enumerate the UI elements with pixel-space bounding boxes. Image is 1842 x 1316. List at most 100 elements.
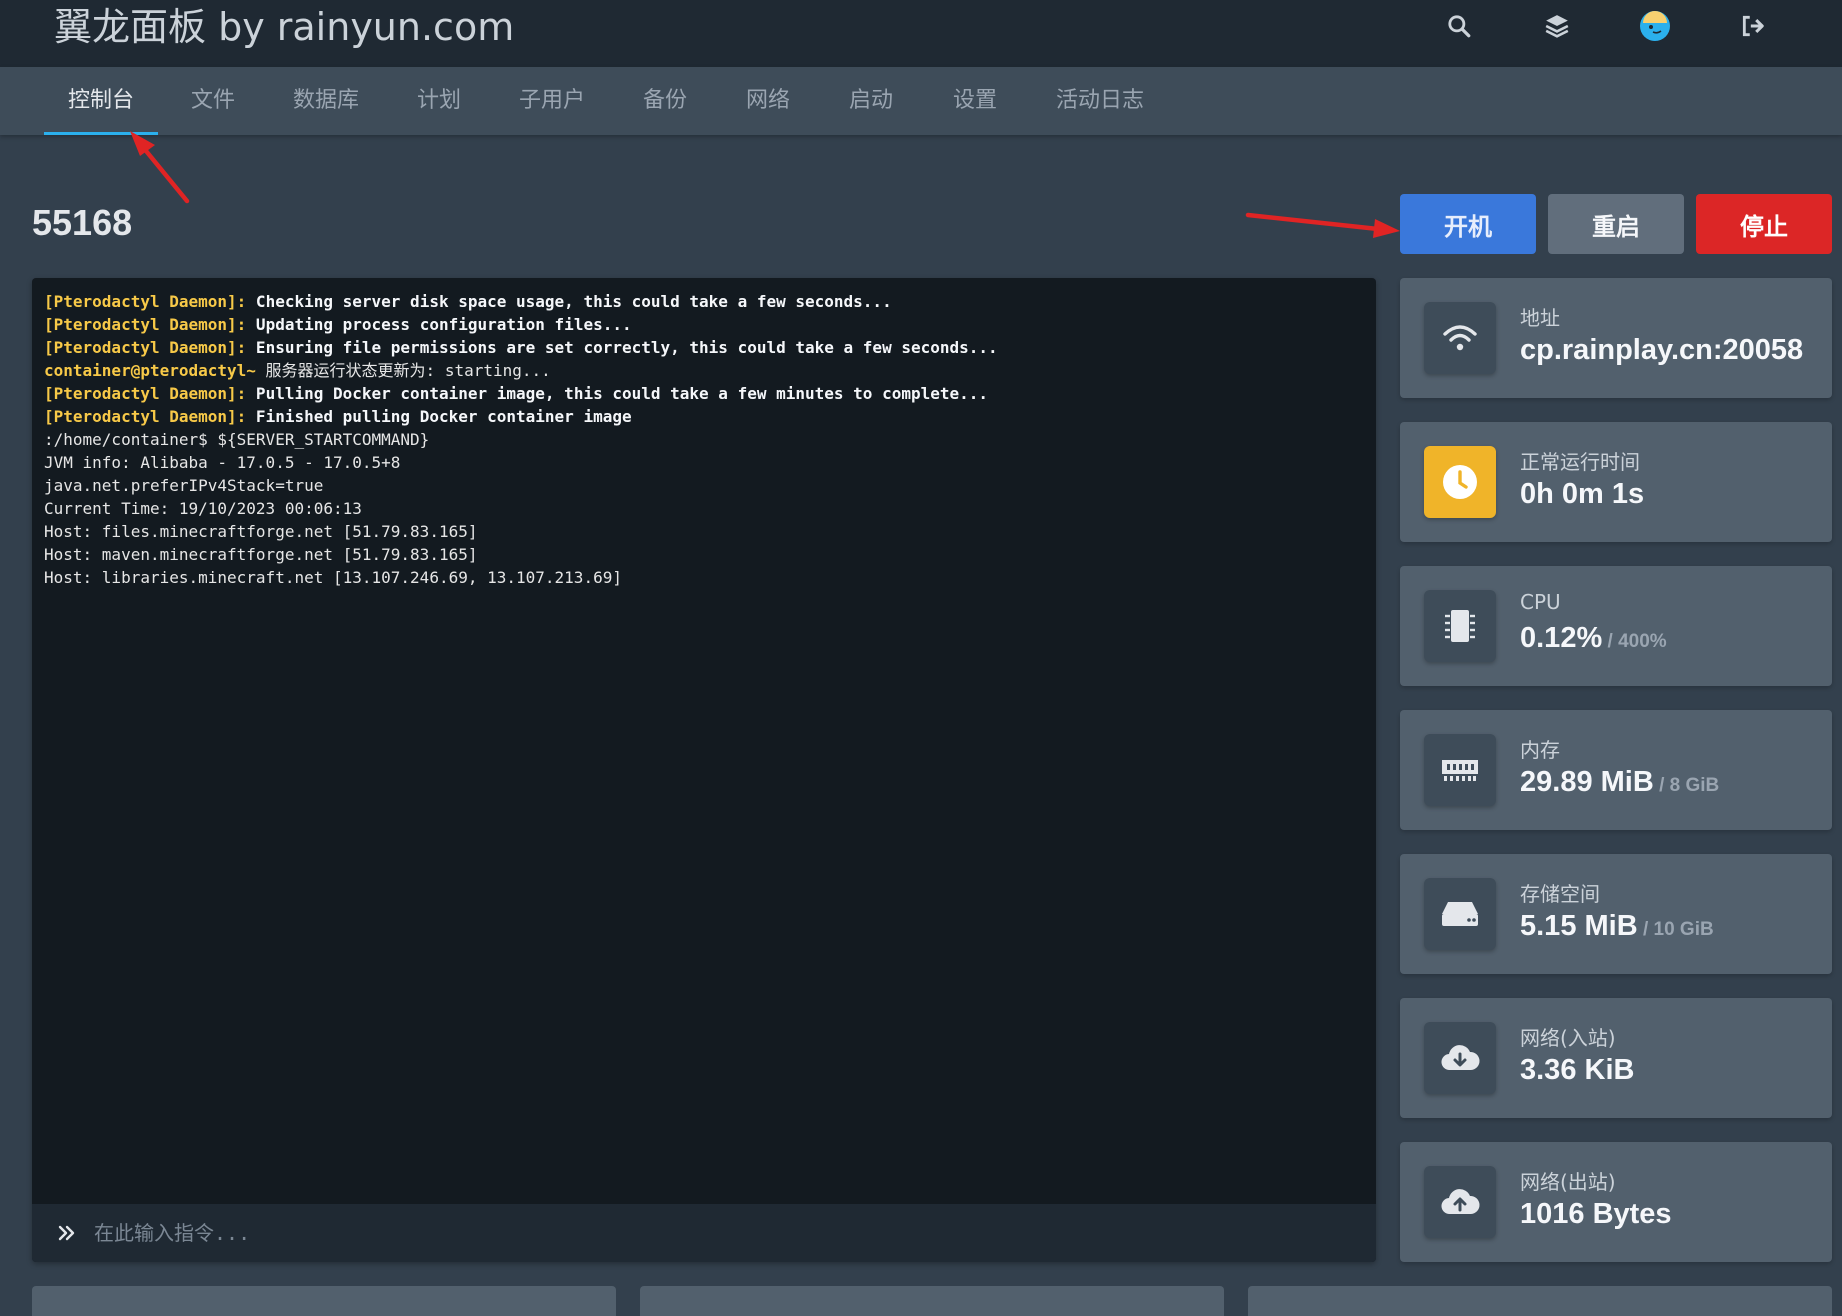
console-line-text: 服务器运行状态更新为: starting... — [255, 361, 551, 380]
tab-schedules[interactable]: 计划 — [417, 67, 461, 135]
stat-network-in: 网络(入站) 3.36 KiB — [1400, 998, 1832, 1118]
console-line-text: Pulling Docker container image, this cou… — [246, 384, 989, 403]
console-line-text: JVM info: Alibaba - 17.0.5 - 17.0.5+8 — [44, 453, 401, 472]
stat-value-text[interactable]: cp.rainplay.cn:20058 — [1520, 334, 1803, 366]
cloud-upload-icon — [1424, 1166, 1496, 1238]
console-line-text: Current Time: 19/10/2023 00:06:13 — [44, 499, 362, 518]
server-nav: 控制台 文件 数据库 计划 子用户 备份 网络 启动 设置 活动日志 — [0, 67, 1842, 135]
restart-button[interactable]: 重启 — [1548, 194, 1684, 254]
hdd-icon — [1424, 878, 1496, 950]
stat-label: 存储空间 — [1520, 882, 1600, 906]
stat-label: 网络(入站) — [1520, 1026, 1616, 1050]
brand-title[interactable]: 翼龙面板 by rainyun.com — [54, 2, 514, 52]
console-line: Host: files.minecraftforge.net [51.79.83… — [44, 520, 1364, 543]
avatar[interactable] — [1606, 0, 1704, 52]
cpu-icon — [1424, 590, 1496, 662]
memory-icon — [1424, 734, 1496, 806]
network-graph-panel — [1248, 1286, 1832, 1316]
console-line: container@pterodactyl~ 服务器运行状态更新为: start… — [44, 359, 1364, 382]
console-line-prefix: [Pterodactyl Daemon]: — [44, 407, 247, 426]
console-line: [Pterodactyl Daemon]: Finished pulling D… — [44, 405, 1364, 428]
console-line-text: Host: maven.minecraftforge.net [51.79.83… — [44, 545, 478, 564]
stat-limit: / 400% — [1602, 631, 1667, 652]
stat-value: 3.36 KiB — [1520, 1054, 1634, 1087]
tab-backups[interactable]: 备份 — [643, 67, 687, 135]
stat-label: 网络(出站) — [1520, 1170, 1616, 1194]
console-line: Host: libraries.minecraft.net [13.107.24… — [44, 566, 1364, 589]
console-line-prefix: [Pterodactyl Daemon]: — [44, 384, 247, 403]
stop-button[interactable]: 停止 — [1696, 194, 1832, 254]
tab-console[interactable]: 控制台 — [44, 67, 158, 135]
tab-databases[interactable]: 数据库 — [293, 67, 359, 135]
console-line: java.net.preferIPv4Stack=true — [44, 474, 1364, 497]
tab-network[interactable]: 网络 — [746, 67, 790, 135]
stat-value-text: 5.15 MiB — [1520, 910, 1638, 942]
console-line-text: Ensuring file permissions are set correc… — [246, 338, 998, 357]
logout-icon[interactable] — [1704, 0, 1802, 52]
console-line: [Pterodactyl Daemon]: Checking server di… — [44, 290, 1364, 313]
top-bar: 翼龙面板 by rainyun.com — [0, 0, 1842, 67]
tab-subusers[interactable]: 子用户 — [519, 67, 585, 135]
stat-value: 0.12% / 400% — [1520, 622, 1667, 655]
stat-address: 地址 cp.rainplay.cn:20058 — [1400, 278, 1832, 398]
command-input[interactable] — [84, 1204, 1376, 1262]
stat-value-text: 0.12% — [1520, 622, 1603, 654]
start-button[interactable]: 开机 — [1400, 194, 1536, 254]
stat-value: 5.15 MiB / 10 GiB — [1520, 910, 1714, 943]
stat-label: 正常运行时间 — [1520, 450, 1640, 474]
console-line-text: java.net.preferIPv4Stack=true — [44, 476, 324, 495]
top-icons — [1410, 0, 1802, 52]
console-line-text: Host: libraries.minecraft.net [13.107.24… — [44, 568, 622, 587]
wifi-icon — [1424, 302, 1496, 374]
search-icon[interactable] — [1410, 0, 1508, 52]
console-line: [Pterodactyl Daemon]: Updating process c… — [44, 313, 1364, 336]
stat-limit: / 10 GiB — [1637, 919, 1714, 940]
console-line: Current Time: 19/10/2023 00:06:13 — [44, 497, 1364, 520]
tab-activity-log[interactable]: 活动日志 — [1056, 67, 1144, 135]
stat-label: 内存 — [1520, 738, 1560, 762]
stat-value: 1016 Bytes — [1520, 1198, 1672, 1231]
console-line-text: Updating process configuration files... — [246, 315, 632, 334]
console-line-text: Host: files.minecraftforge.net [51.79.83… — [44, 522, 478, 541]
console-line: JVM info: Alibaba - 17.0.5 - 17.0.5+8 — [44, 451, 1364, 474]
tab-settings[interactable]: 设置 — [953, 67, 997, 135]
memory-graph-panel — [640, 1286, 1224, 1316]
stat-value-text: 29.89 MiB — [1520, 766, 1654, 798]
tab-startup[interactable]: 启动 — [849, 67, 893, 135]
console-line: :/home/container$ ${SERVER_STARTCOMMAND} — [44, 428, 1364, 451]
cpu-graph-panel — [32, 1286, 616, 1316]
stat-value-text: 0h 0m 1s — [1520, 478, 1645, 510]
console-line-text: Finished pulling Docker container image — [246, 407, 632, 426]
tab-files[interactable]: 文件 — [191, 67, 235, 135]
clock-icon — [1424, 446, 1496, 518]
stat-value-text: 3.36 KiB — [1520, 1054, 1635, 1086]
console-line-prefix: container@pterodactyl~ — [44, 361, 256, 380]
stat-value: 0h 0m 1s — [1520, 478, 1644, 511]
console-line: [Pterodactyl Daemon]: Pulling Docker con… — [44, 382, 1364, 405]
console-line-prefix: [Pterodactyl Daemon]: — [44, 315, 247, 334]
console-line: [Pterodactyl Daemon]: Ensuring file perm… — [44, 336, 1364, 359]
console-line-text: :/home/container$ ${SERVER_STARTCOMMAND} — [44, 430, 430, 449]
layers-icon[interactable] — [1508, 0, 1606, 52]
console-output: [Pterodactyl Daemon]: Checking server di… — [44, 290, 1364, 589]
server-name: 55168 — [32, 202, 133, 243]
chevrons-right-icon — [50, 1223, 84, 1243]
console-line: Host: maven.minecraftforge.net [51.79.83… — [44, 543, 1364, 566]
stat-cpu: CPU 0.12% / 400% — [1400, 566, 1832, 686]
console-line-prefix: [Pterodactyl Daemon]: — [44, 292, 247, 311]
console-line-text: Checking server disk space usage, this c… — [246, 292, 892, 311]
console: [Pterodactyl Daemon]: Checking server di… — [32, 278, 1376, 1262]
stat-storage: 存储空间 5.15 MiB / 10 GiB — [1400, 854, 1832, 974]
stat-value-text: 1016 Bytes — [1520, 1198, 1672, 1230]
stat-value: cp.rainplay.cn:20058 — [1520, 334, 1803, 367]
stat-uptime: 正常运行时间 0h 0m 1s — [1400, 422, 1832, 542]
stat-network-out: 网络(出站) 1016 Bytes — [1400, 1142, 1832, 1262]
stat-label: CPU — [1520, 590, 1561, 614]
stat-memory: 内存 29.89 MiB / 8 GiB — [1400, 710, 1832, 830]
stat-value: 29.89 MiB / 8 GiB — [1520, 766, 1719, 799]
console-input-bar — [32, 1204, 1376, 1262]
stat-label: 地址 — [1520, 306, 1560, 330]
stat-limit: / 8 GiB — [1653, 775, 1720, 796]
console-line-prefix: [Pterodactyl Daemon]: — [44, 338, 247, 357]
cloud-download-icon — [1424, 1022, 1496, 1094]
